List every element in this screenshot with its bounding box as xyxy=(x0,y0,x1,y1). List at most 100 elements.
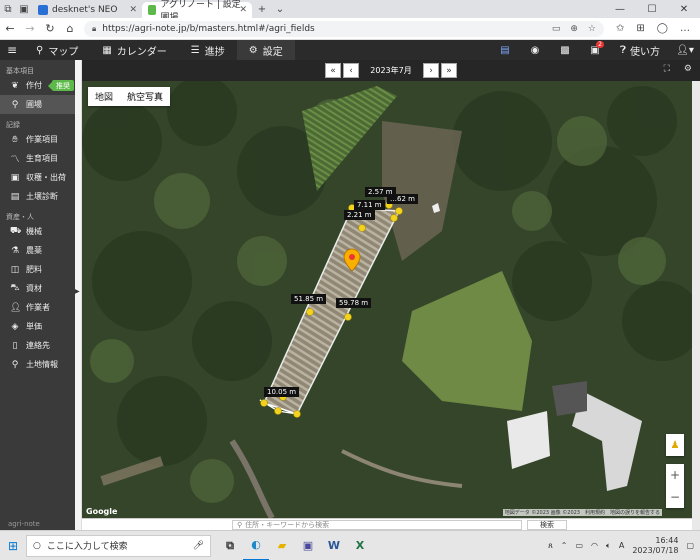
sidebar-item-prices[interactable]: ◈ 単価 xyxy=(0,317,75,336)
address-bar: ← → ↻ ⌂ 🔒︎ https://agri-note.jp/b/master… xyxy=(0,18,700,40)
notification-center-icon[interactable]: ▢ xyxy=(686,541,694,550)
sidebar-item-growth[interactable]: 〽 生育項目 xyxy=(0,149,75,168)
new-tab-icon[interactable]: + xyxy=(252,0,272,18)
home-icon[interactable]: ⌂ xyxy=(60,22,80,35)
sidebar-item-land[interactable]: ⚲ 土地情報 xyxy=(0,355,75,374)
ime-icon[interactable]: A xyxy=(619,541,624,550)
search-button[interactable]: 検索 xyxy=(527,520,567,530)
chevron-up-icon[interactable]: ⌃ xyxy=(561,541,568,550)
next-year-button[interactable]: » xyxy=(441,63,457,78)
sidebar-item-fertilizer[interactable]: ◫ 肥料 xyxy=(0,260,75,279)
sidebar-item-label: 土地情報 xyxy=(26,360,58,369)
battery-icon[interactable]: ▭ xyxy=(575,541,583,550)
tab-actions-icon[interactable]: ⧉ xyxy=(0,0,16,18)
browser-tab-title: desknet's NEO xyxy=(52,5,118,15)
more-icon[interactable]: … xyxy=(680,23,690,34)
sidebar-item-label: 連絡先 xyxy=(26,341,50,350)
edge-length-label: 2.21 m xyxy=(344,210,375,220)
people-icon[interactable]: ጸ xyxy=(548,541,553,551)
forward-icon[interactable]: → xyxy=(20,22,40,35)
sidebar-item-work[interactable]: ✋︎ 作業項目 xyxy=(0,130,75,149)
browser-tab[interactable]: desknet's NEO ✕ xyxy=(32,2,142,18)
app-icon[interactable]: ▣ xyxy=(295,531,321,560)
url-field[interactable]: 🔒︎ https://agri-note.jp/b/masters.html#/… xyxy=(84,20,604,37)
user-menu-icon[interactable]: 👤︎▾ xyxy=(670,45,700,56)
prev-year-button[interactable]: « xyxy=(325,63,341,78)
zoom-control: + − xyxy=(666,464,684,508)
nav-calendar[interactable]: ▦ カレンダー xyxy=(90,40,178,60)
tab-list-icon[interactable]: ▣ xyxy=(16,0,32,18)
notification-icon[interactable]: ▣ 2 xyxy=(580,40,610,60)
map-type-satellite[interactable]: 航空写真 xyxy=(120,87,170,106)
help-button[interactable]: ❓︎ 使い方 xyxy=(610,43,670,58)
favorites-icon[interactable]: ✩ xyxy=(616,23,624,34)
sidebar-item-crops[interactable]: ❦ 作付 推奨 xyxy=(0,76,75,95)
nav-settings[interactable]: ⚙ 設定 xyxy=(236,40,295,60)
sidebar-item-contacts[interactable]: ▯ 連絡先 xyxy=(0,336,75,355)
list-icon: ☰ xyxy=(190,44,200,56)
close-window-icon[interactable]: ✕ xyxy=(668,0,700,18)
fullscreen-icon[interactable]: ⛶ xyxy=(664,64,670,74)
street-view-pegman-icon[interactable]: ♟ xyxy=(666,434,684,456)
windows-start-icon[interactable]: ⊞ xyxy=(0,539,26,553)
clock-date: 2023/07/18 xyxy=(632,545,679,555)
browser-tab-active[interactable]: アグリノート | 設定 圃場 ✕ xyxy=(142,0,252,23)
close-tab-icon[interactable]: ✕ xyxy=(239,5,247,15)
menu-icon[interactable]: ≡ xyxy=(0,43,24,57)
taskbar-search[interactable]: ○ ここに入力して検索 🎤︎ xyxy=(26,534,211,557)
sidebar-item-label: 圃場 xyxy=(26,100,42,109)
zoom-in-icon[interactable]: + xyxy=(670,468,680,482)
nav-map[interactable]: ⚲ マップ xyxy=(24,40,90,60)
taskbar-clock[interactable]: 16:44 2023/07/18 xyxy=(632,536,678,556)
flask-icon: ⚗ xyxy=(10,245,20,256)
grid-icon[interactable]: ▩ xyxy=(550,40,580,60)
file-explorer-icon[interactable]: ▰ xyxy=(269,531,295,560)
prev-month-button[interactable]: ‹ xyxy=(343,63,359,78)
sidebar-item-workers[interactable]: 👤︎ 作業者 xyxy=(0,298,75,317)
edge-browser-icon[interactable]: ◐ xyxy=(243,531,269,560)
nav-label: 設定 xyxy=(262,46,283,58)
chevron-down-icon[interactable]: ⌄ xyxy=(272,0,288,18)
word-icon[interactable]: W xyxy=(321,531,347,560)
pin-icon: ⚲ xyxy=(11,359,19,370)
sidebar-item-pesticides[interactable]: ⚗ 農薬 xyxy=(0,241,75,260)
sidebar-item-soil[interactable]: ▤ 土壌診断 xyxy=(0,187,75,206)
target-icon[interactable]: ◉ xyxy=(520,40,550,60)
sidebar-item-machines[interactable]: ⛟ 機械 xyxy=(0,222,75,241)
page-scrollbar[interactable] xyxy=(692,81,700,530)
sidebar-item-label: 作付 xyxy=(26,81,42,90)
collections-icon[interactable]: ⊞ xyxy=(636,23,644,34)
back-icon[interactable]: ← xyxy=(0,22,20,35)
nav-progress[interactable]: ☰ 進捗 xyxy=(179,40,237,60)
network-icon[interactable]: ◠ xyxy=(591,541,598,550)
app-header: ≡ ⚲ マップ ▦ カレンダー ☰ 進捗 ⚙ 設定 ▤ ◉ ▩ ▣ 2 ❓︎ 使い… xyxy=(0,40,700,60)
minimize-icon[interactable]: — xyxy=(604,0,636,18)
price-icon: ◈ xyxy=(11,321,19,332)
sidebar-item-fields[interactable]: ⚲ 圃場 xyxy=(0,95,75,114)
address-search-input[interactable]: ⚲ 住所・キーワードから検索 xyxy=(232,520,522,530)
reload-icon[interactable]: ↻ xyxy=(40,22,60,35)
aerial-map[interactable]: 地図 航空写真 2.57 m …62 m 7.11 m 2.21 m 51.85… xyxy=(82,81,692,518)
task-view-icon[interactable]: ⧉ xyxy=(217,531,243,560)
volume-icon[interactable]: 🔈︎ xyxy=(606,541,611,551)
maximize-icon[interactable]: ☐ xyxy=(636,0,668,18)
profile-icon[interactable]: ◯ xyxy=(657,23,668,34)
sidebar-item-label: 土壌診断 xyxy=(26,192,58,201)
star-icon[interactable]: ☆ xyxy=(588,24,596,34)
zoom-icon[interactable]: ⊕ xyxy=(570,24,578,34)
zoom-out-icon[interactable]: − xyxy=(670,490,680,504)
next-month-button[interactable]: › xyxy=(423,63,439,78)
sidebar-item-harvest[interactable]: ▣ 収穫・出荷 xyxy=(0,168,75,187)
sidebar-item-label: 農薬 xyxy=(26,246,42,255)
map-type-roadmap[interactable]: 地図 xyxy=(88,87,120,106)
excel-icon[interactable]: X xyxy=(347,531,373,560)
microphone-icon[interactable]: 🎤︎ xyxy=(193,541,204,551)
caret-right-icon: ▶ xyxy=(75,288,80,295)
edge-length-label: 7.11 m xyxy=(354,200,385,210)
reader-icon[interactable]: ▭ xyxy=(552,24,561,34)
close-tab-icon[interactable]: ✕ xyxy=(129,5,137,15)
sidebar-item-materials[interactable]: ⛍ 資材 xyxy=(0,279,75,298)
map-settings-icon[interactable]: ⚙ xyxy=(684,64,692,74)
sidebar-collapse-handle[interactable]: ▶ xyxy=(75,60,82,530)
report-icon[interactable]: ▤ xyxy=(490,40,520,60)
